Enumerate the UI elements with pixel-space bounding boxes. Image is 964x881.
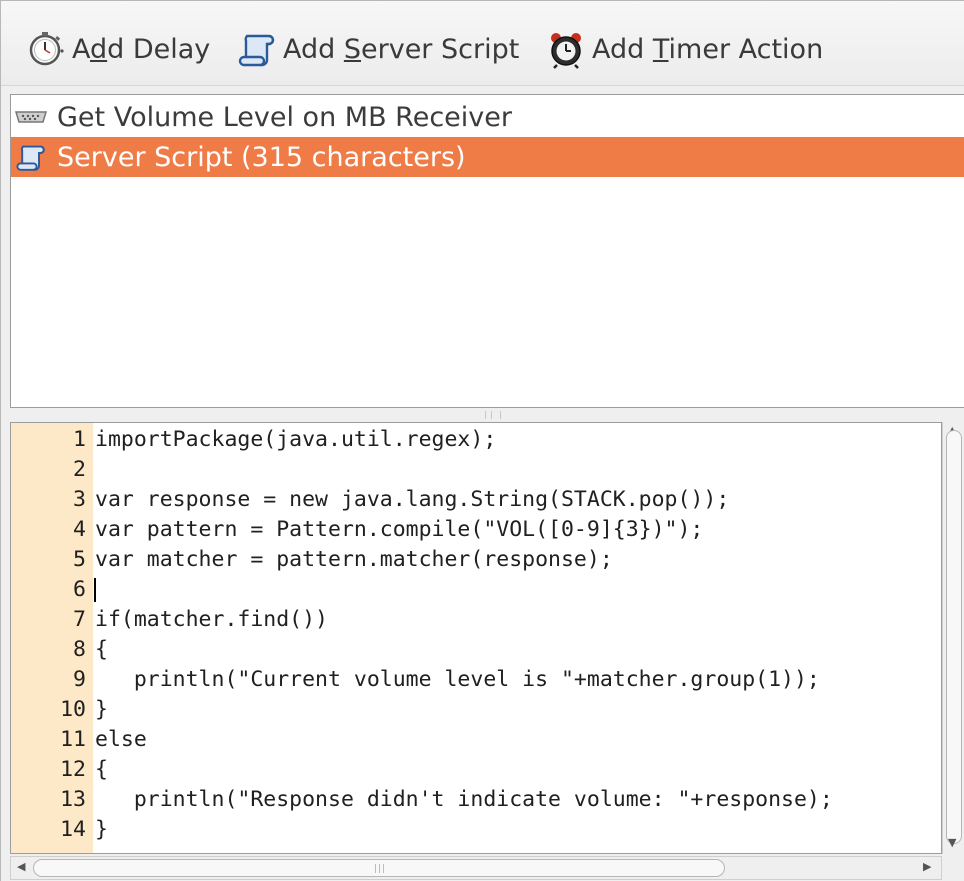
code-line: 9 println("Current volume level is "+mat… [11,665,941,695]
code-editor[interactable]: 1 importPackage(java.util.regex); 2 3 var … [10,422,942,854]
list-item-label: Get Volume Level on MB Receiver [57,101,512,133]
list-item-server-script[interactable]: Server Script (315 characters) [11,137,964,177]
code-text: else [95,727,147,752]
code-line: 7 if(matcher.find()) [11,605,941,635]
list-item-label: Server Script (315 characters) [57,141,466,173]
code-line: 5 var matcher = pattern.matcher(response)… [11,545,941,575]
vertical-scroll-thumb[interactable] [946,430,962,844]
code-text: { [95,637,108,662]
code-line: 2 [11,455,941,485]
add-timer-action-accelerator: T [652,33,669,65]
line-number: 12 [60,757,86,782]
code-line: 8{ [11,635,941,665]
add-server-script-button[interactable]: Add Server Script [237,27,519,71]
line-number: 7 [73,607,86,632]
code-line: 13 println("Response didn't indicate vol… [11,785,941,815]
code-line: 10} [11,695,941,725]
code-text: println("Response didn't indicate volume… [95,787,833,812]
line-number: 2 [73,457,86,482]
line-number: 10 [60,697,86,722]
add-delay-accelerator: d [90,33,108,65]
add-timer-action-label-post: imer Action [668,33,824,65]
code-line: 12 { [11,755,941,785]
line-number: 3 [73,487,86,512]
code-text: if(matcher.find()) [95,607,328,632]
code-line: 14} [11,815,941,845]
code-line: 6 [11,575,941,605]
code-text: importPackage(java.util.regex); [95,427,497,452]
add-server-script-label-pre: Add [283,33,344,65]
serial-port-icon [13,102,51,132]
line-number: 5 [73,547,86,572]
add-delay-label-pre: A [72,33,90,65]
horizontal-scrollbar[interactable]: ◀ ||| ▶ [10,856,942,880]
code-text: var matcher = pattern.matcher(response); [95,547,613,572]
line-number: 6 [73,577,86,602]
action-list: Get Volume Level on MB Receiver Server S… [10,94,964,408]
line-number: 14 [60,817,86,842]
vertical-scrollbar[interactable]: ▲ ▼ [942,422,964,854]
code-line: 11 else [11,725,941,755]
line-number: 8 [73,637,86,662]
add-timer-action-button[interactable]: Add Timer Action [546,27,823,71]
scroll-down-icon[interactable]: ▼ [948,836,956,849]
line-number: 13 [60,787,86,812]
alarm-clock-icon [546,29,586,69]
add-server-script-accelerator: S [343,33,361,65]
add-timer-action-label-pre: Add [592,33,653,65]
scroll-left-icon[interactable]: ◀ [17,860,25,873]
code-text: var response = new java.lang.String(STAC… [95,487,730,512]
scroll-icon [13,142,51,172]
line-number: 9 [73,667,86,692]
scroll-right-icon[interactable]: ▶ [923,860,931,873]
code-text: var pattern = Pattern.compile("VOL([0-9]… [95,517,704,542]
stopwatch-icon [26,29,66,69]
text-caret [94,578,96,602]
code-line: 1 importPackage(java.util.regex); [11,425,941,455]
code-line: 4 var pattern = Pattern.compile("VOL([0-9… [11,515,941,545]
add-delay-label-post: d Delay [107,33,211,65]
line-number: 11 [60,727,86,752]
list-item-get-volume-level[interactable]: Get Volume Level on MB Receiver [11,97,964,137]
code-text: println("Current volume level is "+match… [95,667,820,692]
scroll-icon [237,29,277,69]
code-text: { [95,757,108,782]
splitter-grip-icon [485,411,501,419]
code-line: 3 var response = new java.lang.String(STA… [11,485,941,515]
code-text: } [95,697,108,722]
toolbar: Add Delay Add Server Script Add Timer Ac… [1,1,964,86]
code-text: } [95,817,108,842]
splitter-handle[interactable] [10,408,964,422]
line-number: 4 [73,517,86,542]
horizontal-scroll-thumb[interactable]: ||| [33,859,725,877]
line-number: 1 [73,427,86,452]
script-editor-window: Add Delay Add Server Script Add Timer Ac… [0,0,964,881]
add-delay-button[interactable]: Add Delay [26,27,210,71]
add-server-script-label-post: erver Script [361,33,520,65]
